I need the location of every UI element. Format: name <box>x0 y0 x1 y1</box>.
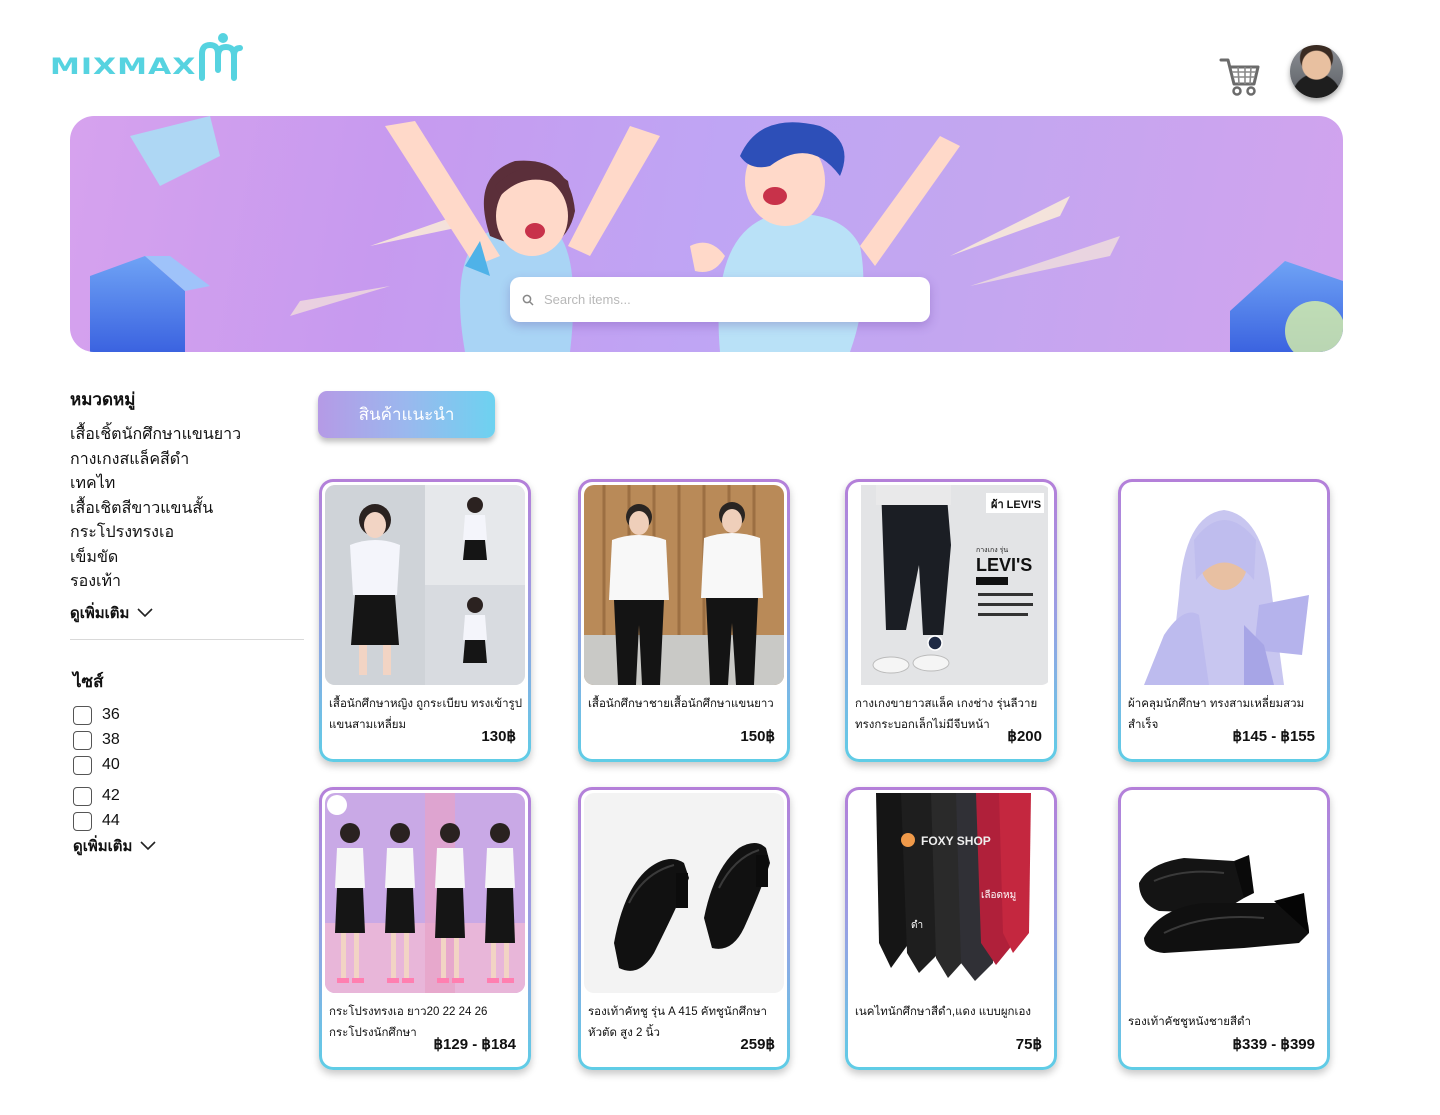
product-card[interactable]: เสื้อนักศึกษาชายเสื้อนักศึกษาแขนยาว 150฿ <box>578 479 790 762</box>
category-item[interactable]: กางเกงสแล็คสีดำ <box>70 448 304 473</box>
chevron-down-icon <box>140 840 156 850</box>
category-item[interactable]: เสื้อเชิตสีขาวแขนสั้น <box>70 497 304 522</box>
see-more-label: ดูเพิ่มเติม <box>70 604 130 622</box>
recommended-tab-button[interactable]: สินค้าแนะนำ <box>318 391 495 438</box>
product-price: ฿200 <box>1007 728 1042 745</box>
product-image: FOXY SHOP ดำ เลือดหมู <box>851 793 1051 993</box>
product-price: ฿339 - ฿399 <box>1232 1036 1315 1053</box>
size-label: 36 <box>102 706 120 723</box>
product-card[interactable]: ผ้าคลุมนักศึกษา ทรงสามเหลี่ยมสวมสำเร็จ ฿… <box>1118 479 1330 762</box>
product-price: 130฿ <box>481 728 516 745</box>
size-option[interactable]: 44 <box>73 809 304 834</box>
product-price: 259฿ <box>740 1036 775 1053</box>
product-image <box>1124 793 1324 993</box>
product-image <box>584 485 784 685</box>
logo-text: MIXMAX <box>50 53 197 80</box>
size-option[interactable]: 42 <box>73 784 304 809</box>
image-sub-text: กางเกง รุ่น <box>976 547 1008 554</box>
product-card[interactable]: รองเท้าคัทชู รุ่น A 415 คัทชูนักศึกษา หั… <box>578 787 790 1070</box>
product-image <box>1124 485 1324 685</box>
size-see-more-button[interactable]: ดูเพิ่มเติม <box>73 834 304 858</box>
logo[interactable]: MIXMAX <box>50 30 248 82</box>
product-name: เนคไทนักศึกษาสีดำ,แดง แบบผูกเอง <box>855 1006 1031 1018</box>
product-price: ฿145 - ฿155 <box>1232 728 1315 745</box>
product-card[interactable]: รองเท้าคัชชูหนังชายสีดำ ฿339 - ฿399 <box>1118 787 1330 1070</box>
category-item[interactable]: กระโปรงทรงเอ <box>70 521 304 546</box>
product-image: ผ้า LEVI'S กางเกง รุ่น LEVI'S <box>851 485 1051 685</box>
search-icon <box>522 294 534 306</box>
size-label: 44 <box>102 812 120 829</box>
search-bar[interactable] <box>510 277 930 322</box>
image-shop-text: FOXY SHOP <box>921 834 991 848</box>
size-option[interactable]: 38 <box>73 728 304 753</box>
product-price: 75฿ <box>1015 1036 1042 1053</box>
product-card[interactable]: FOXY SHOP ดำ เลือดหมู เนคไทนักศึกษาสีดำ,… <box>845 787 1057 1070</box>
image-tag-text: ผ้า LEVI'S <box>991 498 1041 511</box>
size-label: 40 <box>102 756 120 773</box>
logo-mark-icon <box>199 33 244 81</box>
category-title: หมวดหมู่ <box>70 390 136 409</box>
size-checkbox[interactable] <box>73 755 92 775</box>
product-image <box>584 793 784 993</box>
size-label: 38 <box>102 731 120 748</box>
product-price: ฿129 - ฿184 <box>433 1036 516 1053</box>
size-title: ไซส์ <box>73 671 104 691</box>
size-checkbox[interactable] <box>73 786 92 806</box>
size-option[interactable]: 36 <box>73 703 304 728</box>
user-avatar[interactable] <box>1290 45 1343 98</box>
product-name: เสื้อนักศึกษาชายเสื้อนักศึกษาแขนยาว <box>588 698 774 710</box>
category-item[interactable]: เสื้อเชิ้ตนักศึกษาแขนยาว <box>70 423 304 448</box>
product-price: 150฿ <box>740 728 775 745</box>
cart-icon[interactable] <box>1218 54 1262 98</box>
image-black-text: ดำ <box>911 920 923 931</box>
category-item[interactable]: รองเท้า <box>70 570 304 595</box>
product-card[interactable]: เสื้อนักศึกษาหญิง ถูกระเบียบ ทรงเข้ารูป … <box>319 479 531 762</box>
category-item[interactable]: เทคไท <box>70 472 304 497</box>
search-input[interactable] <box>544 292 904 307</box>
size-checkbox[interactable] <box>73 811 92 831</box>
size-checkbox[interactable] <box>73 705 92 725</box>
size-checkbox[interactable] <box>73 730 92 750</box>
size-option[interactable]: 40 <box>73 753 304 778</box>
chevron-down-icon <box>137 607 153 617</box>
see-more-label: ดูเพิ่มเติม <box>73 837 133 855</box>
sidebar: หมวดหมู่ เสื้อเชิ้ตนักศึกษาแขนยาว กางเกง… <box>70 386 304 858</box>
category-item[interactable]: เข็มขัด <box>70 546 304 571</box>
image-brand-text: LEVI'S <box>976 555 1032 575</box>
product-card[interactable]: ผ้า LEVI'S กางเกง รุ่น LEVI'S กางเกงขายา… <box>845 479 1057 762</box>
product-name: รองเท้าคัชชูหนังชายสีดำ <box>1128 1016 1251 1028</box>
category-see-more-button[interactable]: ดูเพิ่มเติม <box>70 601 304 625</box>
image-red-text: เลือดหมู <box>981 889 1016 901</box>
product-image <box>325 793 525 993</box>
product-image <box>325 485 525 685</box>
sidebar-divider <box>70 638 304 640</box>
size-filter: ไซส์ 36 38 40 42 44 ดูเพิ่มเติม <box>70 668 304 858</box>
size-label: 42 <box>102 787 120 804</box>
product-card[interactable]: กระโปรงทรงเอ ยาว20 22 24 26 กระโปรงนักศึ… <box>319 787 531 1070</box>
